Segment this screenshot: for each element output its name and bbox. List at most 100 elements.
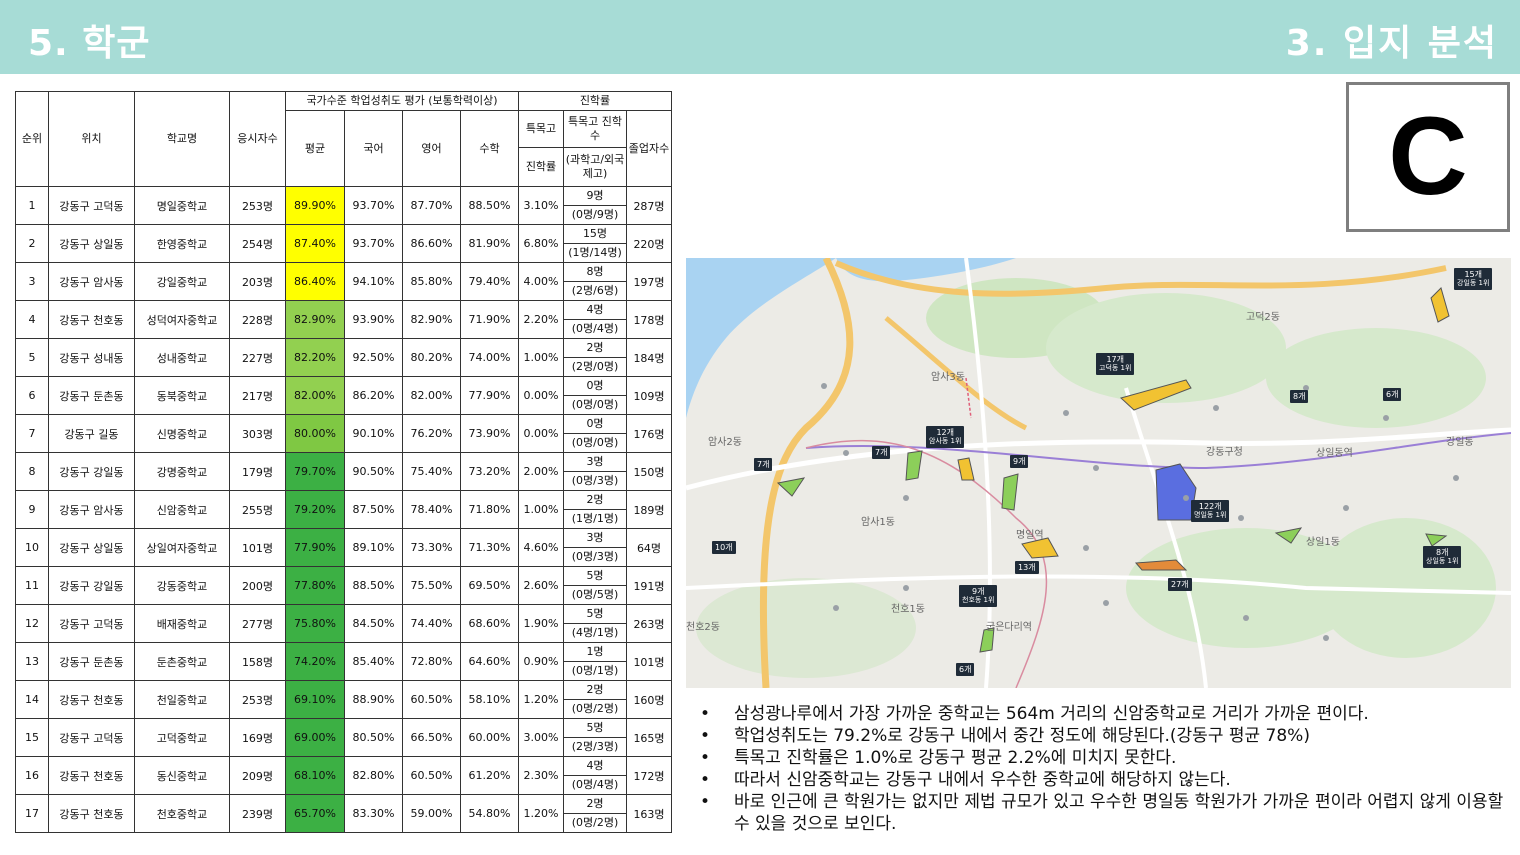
special-admission-count: 4명 (564, 758, 626, 776)
analysis-bullet: 따라서 신암중학교는 강동구 내에서 우수한 중학교에 해당하지 않는다. (700, 769, 1510, 791)
academy-count-marker: 15개 강일동 1위 (1454, 268, 1493, 290)
special-admission-detail: (0명/4명) (571, 778, 619, 791)
park-area (696, 578, 916, 678)
han-river-east (836, 258, 1016, 282)
cell-english: 78.40% (402, 490, 461, 529)
cell-special-admissions: 5명 (2명/3명) (563, 718, 627, 757)
special-admission-detail: (0명/2명) (571, 702, 619, 715)
cell-location: 강동구 둔촌동 (48, 376, 135, 415)
marker-count: 8개 (1436, 548, 1449, 557)
marker-rank: 암사동 1위 (929, 437, 962, 445)
school-zone (1001, 473, 1019, 511)
cell-graduates: 109명 (626, 376, 672, 415)
academy-count-marker: 12개 암사동 1위 (926, 426, 965, 448)
cell-examinees: 253명 (229, 680, 286, 719)
cell-korean: 82.80% (344, 756, 403, 795)
cell-examinees: 277명 (229, 604, 286, 643)
cell-english: 75.50% (402, 566, 461, 605)
cell-graduates: 101명 (626, 642, 672, 681)
section-title: 5. 학군 (28, 23, 151, 64)
cell-special-admissions: 2명 (2명/0명) (563, 338, 627, 377)
cell-school: 한영중학교 (134, 224, 230, 263)
special-admission-detail: (1명/14명) (568, 246, 622, 259)
cell-math: 54.80% (460, 794, 519, 833)
cell-math: 64.60% (460, 642, 519, 681)
cell-english: 82.00% (402, 376, 461, 415)
cell-location: 강동구 암사동 (48, 262, 135, 301)
special-admission-count: 15명 (564, 226, 626, 244)
header-special-rate-top: 특목고 (518, 110, 564, 148)
cell-special-rate: 4.60% (518, 528, 564, 567)
main-road (686, 427, 1511, 491)
map-place-name: 상일동역 (1316, 448, 1353, 459)
cell-school: 천일중학교 (134, 680, 230, 719)
cell-rank: 6 (15, 376, 49, 415)
special-admission-count: 2명 (564, 492, 626, 510)
cell-rank: 3 (15, 262, 49, 301)
analysis-bullet: 삼성광나루에서 가장 가까운 중학교는 564m 거리의 신암중학교로 거리가 … (700, 703, 1510, 725)
table-row: 15 강동구 고덕동 고덕중학교 169명 69.00% 80.50% 66.50% 60.0… (15, 718, 672, 757)
cell-english: 60.50% (402, 680, 461, 719)
cell-rank: 2 (15, 224, 49, 263)
cell-avg: 69.00% (285, 718, 345, 757)
cell-math: 71.90% (460, 300, 519, 339)
special-admission-count: 9명 (564, 188, 626, 206)
cell-rank: 10 (15, 528, 49, 567)
cell-special-rate: 2.30% (518, 756, 564, 795)
header-national-assessment: 국가수준 학업성취도 평가 (보통학력이상) (285, 91, 519, 111)
cell-avg: 82.00% (285, 376, 345, 415)
cell-avg: 65.70% (285, 794, 345, 833)
table-row: 8 강동구 강일동 강명중학교 179명 79.70% 90.50% 75.40% 73.20… (15, 452, 672, 491)
special-admission-detail: (0명/2명) (571, 816, 619, 829)
cell-avg: 69.10% (285, 680, 345, 719)
cell-graduates: 287명 (626, 186, 672, 225)
header-advancement: 진학률 (518, 91, 672, 111)
cell-special-admissions: 8명 (2명/6명) (563, 262, 627, 301)
cell-avg: 80.00% (285, 414, 345, 453)
school-zone (957, 457, 975, 481)
marker-count: 6개 (959, 665, 972, 674)
special-admission-count: 0명 (564, 416, 626, 434)
cell-school: 신암중학교 (134, 490, 230, 529)
special-admission-detail: (0명/0명) (571, 436, 619, 449)
cell-english: 87.70% (402, 186, 461, 225)
special-admission-count: 2명 (564, 796, 626, 814)
marker-count: 6개 (1386, 390, 1399, 399)
cell-avg: 75.80% (285, 604, 345, 643)
cell-english: 74.40% (402, 604, 461, 643)
school-ranking-table: 순위 위치 학교명 응시자수 국가수준 학업성취도 평가 (보통학력이상) 진학… (15, 91, 672, 833)
cell-examinees: 169명 (229, 718, 286, 757)
cell-location: 강동구 천호동 (48, 680, 135, 719)
marker-count: 7개 (757, 460, 770, 469)
cell-korean: 87.50% (344, 490, 403, 529)
special-admission-detail: (0명/1명) (571, 664, 619, 677)
cell-english: 80.20% (402, 338, 461, 377)
cell-rank: 5 (15, 338, 49, 377)
cell-location: 강동구 천호동 (48, 794, 135, 833)
cell-rank: 8 (15, 452, 49, 491)
cell-examinees: 227명 (229, 338, 286, 377)
academy-count-marker: 10개 (712, 541, 736, 554)
cell-english: 59.00% (402, 794, 461, 833)
academy-count-marker: 9개 (1010, 455, 1029, 468)
cell-special-admissions: 3명 (0명/3명) (563, 528, 627, 567)
header-special-rate-bottom: 진학률 (518, 147, 564, 187)
special-admission-count: 0명 (564, 378, 626, 396)
grade-letter: C (1388, 95, 1468, 218)
cell-special-admissions: 4명 (0명/4명) (563, 300, 627, 339)
park-area (1266, 328, 1486, 428)
table-row: 16 강동구 천호동 동신중학교 209명 68.10% 82.80% 60.50% 61.2… (15, 756, 672, 795)
cell-examinees: 228명 (229, 300, 286, 339)
cell-special-admissions: 9명 (0명/9명) (563, 186, 627, 225)
cell-math: 58.10% (460, 680, 519, 719)
title-bar: 5. 학군 3. 입지 분석 (0, 0, 1520, 74)
cell-examinees: 239명 (229, 794, 286, 833)
cell-english: 60.50% (402, 756, 461, 795)
cell-location: 강동구 둔촌동 (48, 642, 135, 681)
special-admission-detail: (0명/3명) (571, 550, 619, 563)
cell-location: 강동구 길동 (48, 414, 135, 453)
cell-graduates: 165명 (626, 718, 672, 757)
table-row: 2 강동구 상일동 한영중학교 254명 87.40% 93.70% 86.60% 81.90… (15, 224, 672, 263)
cell-location: 강동구 강일동 (48, 452, 135, 491)
cell-location: 강동구 상일동 (48, 528, 135, 567)
